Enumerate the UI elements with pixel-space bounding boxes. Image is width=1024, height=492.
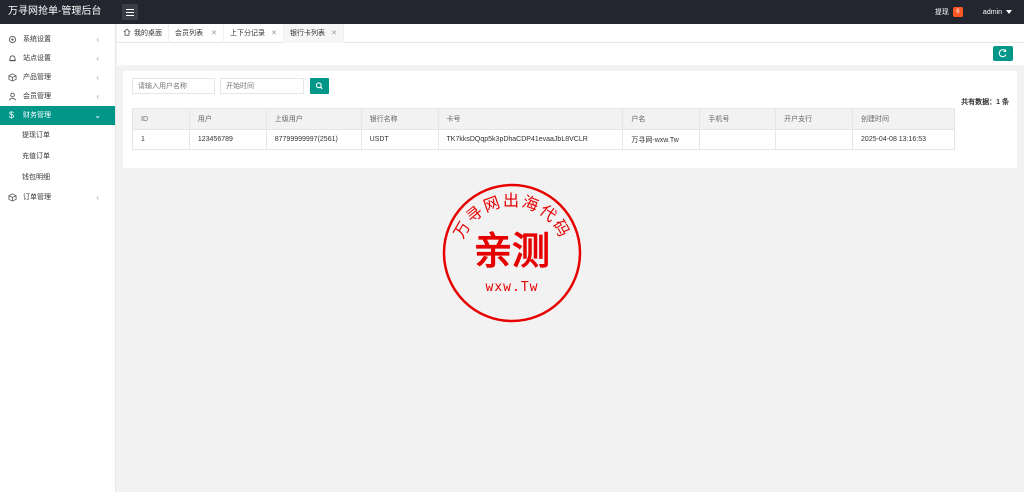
user-icon bbox=[8, 92, 17, 101]
sidebar-item-members[interactable]: 会员管理 ‹ bbox=[0, 87, 115, 106]
sidebar-subitem-withdraw-orders[interactable]: 提现订单 bbox=[0, 125, 115, 146]
page-toolbar bbox=[117, 43, 1024, 65]
chevron-left-icon: ‹ bbox=[96, 54, 99, 63]
caret-down-icon bbox=[1006, 10, 1012, 14]
tab-bar: 我的桌面 会员列表 ✕ 上下分记录 ✕ 银行卡列表 ✕ bbox=[117, 24, 1024, 43]
hamburger-icon-bar bbox=[126, 15, 134, 16]
user-name: admin bbox=[982, 8, 1002, 16]
bell-icon bbox=[9, 55, 16, 62]
withdraw-link[interactable]: 提现 6 bbox=[935, 7, 963, 17]
home-icon bbox=[123, 28, 131, 36]
sidebar-item-label: 会员管理 bbox=[23, 93, 51, 100]
username-search-input[interactable] bbox=[132, 78, 215, 94]
box-icon bbox=[8, 73, 17, 82]
chevron-down-icon: ⌄ bbox=[94, 111, 101, 120]
sidebar-item-site-settings[interactable]: 站点设置 ‹ bbox=[0, 49, 115, 68]
column-header: 创建时间 bbox=[852, 108, 955, 130]
search-icon bbox=[315, 82, 323, 90]
chevron-left-icon: ‹ bbox=[96, 35, 99, 44]
column-header: 上级用户 bbox=[265, 108, 362, 130]
tab-bank-card-list[interactable]: 银行卡列表 ✕ bbox=[284, 24, 344, 43]
start-time-input[interactable] bbox=[220, 78, 304, 94]
refresh-icon bbox=[998, 49, 1007, 58]
menu-toggle-button[interactable] bbox=[122, 4, 138, 20]
table-header-row: ID 用户 上级用户 银行名称 卡号 户名 手机号 开户支行 创建时间 bbox=[132, 108, 955, 130]
column-header: ID bbox=[132, 108, 190, 130]
table-cell: 2025-04-08 13:16:53 bbox=[852, 129, 955, 150]
user-menu[interactable]: admin bbox=[983, 9, 1012, 16]
gear-icon bbox=[8, 35, 17, 44]
table-cell bbox=[775, 129, 854, 150]
chevron-left-icon: ‹ bbox=[96, 92, 99, 101]
sidebar-item-label: 站点设置 bbox=[23, 55, 51, 62]
refresh-button[interactable] bbox=[993, 46, 1013, 61]
table-cell: 123456789 bbox=[188, 129, 267, 150]
table-row: 1 123456789 87799999997(2561) USDT TK7kk… bbox=[132, 129, 955, 150]
sidebar-item-orders[interactable]: 订单管理 ‹ bbox=[0, 188, 115, 207]
chevron-left-icon: ‹ bbox=[96, 73, 99, 82]
column-header: 手机号 bbox=[699, 108, 777, 130]
tab-label: 会员列表 bbox=[175, 30, 203, 37]
cube-icon bbox=[8, 193, 17, 202]
sidebar-item-label: 财务管理 bbox=[23, 112, 51, 119]
sidebar-item-label: 订单管理 bbox=[23, 194, 51, 201]
sidebar-item-label: 产品管理 bbox=[23, 74, 51, 81]
column-header: 开户支行 bbox=[775, 108, 854, 130]
search-button[interactable] bbox=[310, 78, 329, 94]
tab-label: 我的桌面 bbox=[134, 30, 162, 37]
table-cell: 万寻网-wxw.Tw bbox=[622, 129, 701, 150]
dollar-icon: $ bbox=[9, 110, 15, 120]
table-cell: TK7kksDQqp5k3pDhaCDP41evaaJbL8VCLR bbox=[437, 129, 624, 150]
tab-label: 上下分记录 bbox=[230, 30, 265, 37]
close-icon[interactable]: ✕ bbox=[211, 24, 217, 43]
table-cell: USDT bbox=[360, 129, 439, 150]
tab-points-records[interactable]: 上下分记录 ✕ bbox=[224, 24, 284, 43]
tab-member-list[interactable]: 会员列表 ✕ bbox=[169, 24, 224, 43]
header-right: 提现 6 admin bbox=[935, 0, 1012, 24]
table-cell bbox=[699, 129, 777, 150]
close-icon[interactable]: ✕ bbox=[331, 24, 337, 43]
table-cell: 1 bbox=[132, 129, 190, 150]
stamp-bottom-text: wxw.Tw bbox=[486, 280, 539, 295]
sidebar-item-finance[interactable]: $ 财务管理 ⌄ bbox=[0, 106, 115, 125]
chevron-left-icon: ‹ bbox=[96, 193, 99, 202]
tab-label: 银行卡列表 bbox=[290, 30, 325, 37]
sidebar-item-system-settings[interactable]: 系统设置 ‹ bbox=[0, 30, 115, 49]
top-header: 万寻网抢单-管理后台 提现 6 admin bbox=[0, 0, 1024, 24]
total-count: 共有数据：1 条 bbox=[961, 99, 1009, 106]
watermark-stamp: 万寻网出海代码 亲测 wxw.Tw bbox=[442, 183, 582, 323]
bank-card-table: ID 用户 上级用户 银行名称 卡号 户名 手机号 开户支行 创建时间 1 12… bbox=[132, 108, 955, 150]
sidebar-item-products[interactable]: 产品管理 ‹ bbox=[0, 68, 115, 87]
table-cell: 87799999997(2561) bbox=[265, 129, 362, 150]
bank-card-panel: 共有数据：1 条 ID 用户 上级用户 银行名称 卡号 户名 手机号 开户支行 … bbox=[123, 71, 1017, 168]
sidebar: 系统设置 ‹ 站点设置 ‹ 产品管理 ‹ 会员管理 ‹ $ 财务管理 ⌄ 提现订… bbox=[0, 24, 116, 492]
column-header: 户名 bbox=[622, 108, 701, 130]
withdraw-label: 提现 bbox=[934, 9, 949, 16]
sidebar-subitem-wallet-details[interactable]: 钱包明细 bbox=[0, 167, 115, 188]
app-title: 万寻网抢单-管理后台 bbox=[8, 6, 102, 17]
stamp-main-text: 亲测 bbox=[474, 229, 550, 273]
hamburger-icon-bar bbox=[126, 12, 134, 13]
sidebar-subitem-recharge-orders[interactable]: 充值订单 bbox=[0, 146, 115, 167]
sidebar-item-label: 系统设置 bbox=[23, 36, 51, 43]
hamburger-icon bbox=[126, 9, 134, 10]
column-header: 银行名称 bbox=[360, 108, 439, 130]
tab-my-desktop[interactable]: 我的桌面 bbox=[117, 24, 169, 43]
column-header: 用户 bbox=[188, 108, 267, 130]
close-icon[interactable]: ✕ bbox=[271, 24, 277, 43]
withdraw-count-badge: 6 bbox=[952, 7, 963, 17]
column-header: 卡号 bbox=[437, 108, 624, 130]
